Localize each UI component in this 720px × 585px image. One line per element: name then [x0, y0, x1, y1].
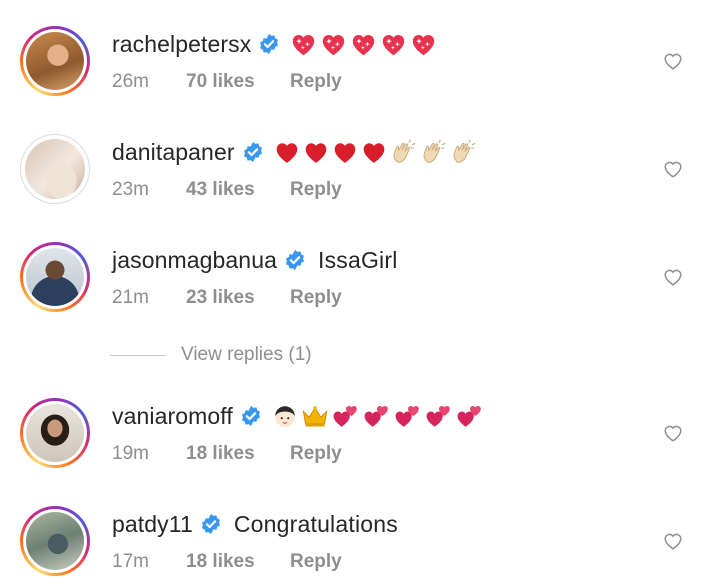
comment-time: 26m [112, 71, 149, 92]
username[interactable]: patdy11 [112, 511, 193, 538]
verified-badge-icon [286, 249, 304, 271]
sparkling-heart-icon [323, 34, 345, 56]
avatar[interactable] [20, 242, 90, 312]
comment-row: patdy11 Congratulations 17m 18 likes Rep… [0, 480, 720, 580]
avatar-photo [25, 139, 85, 199]
comment-row: jasonmagbanua IssaGirl 21m 23 likes Repl… [0, 216, 720, 316]
comment-time: 23m [112, 179, 149, 200]
clap-icon [453, 139, 475, 163]
avatar[interactable] [20, 398, 90, 468]
verified-badge-icon [243, 141, 262, 163]
clap-icon [423, 139, 445, 163]
reply-button[interactable]: Reply [290, 443, 342, 465]
avatar[interactable] [20, 26, 90, 96]
comment-emojis [290, 31, 437, 57]
likes-count[interactable]: 70 likes [186, 71, 290, 93]
avatar-photo [26, 404, 84, 462]
verified-badge-icon [201, 513, 220, 535]
likes-count[interactable]: 43 likes [186, 179, 290, 201]
avatar-photo [26, 512, 84, 570]
two-hearts-icon [333, 405, 357, 427]
reply-button[interactable]: Reply [290, 71, 342, 93]
comment-time: 17m [112, 551, 149, 572]
username[interactable]: danitapaner [112, 139, 235, 166]
red-heart-icon [363, 143, 384, 163]
comment-text: Congratulations [233, 510, 398, 537]
likes-count[interactable]: 23 likes [186, 287, 290, 309]
two-hearts-icon [457, 405, 481, 427]
sparkling-heart-icon [383, 34, 405, 56]
like-heart-icon[interactable] [662, 266, 684, 288]
like-heart-icon[interactable] [662, 50, 684, 72]
comment-row: rachelpetersx 26m 70 likes Reply [0, 0, 720, 100]
sparkling-heart-icon [353, 34, 375, 56]
username[interactable]: jasonmagbanua [112, 247, 277, 274]
comment-time: 21m [112, 287, 149, 308]
comment-emojis [274, 139, 477, 166]
likes-count[interactable]: 18 likes [186, 551, 290, 573]
two-hearts-icon [426, 405, 450, 427]
like-heart-icon[interactable] [662, 530, 684, 552]
likes-count[interactable]: 18 likes [186, 443, 290, 465]
like-heart-icon[interactable] [662, 422, 684, 444]
comment-emojis [272, 403, 484, 429]
view-replies-divider [110, 354, 166, 356]
username[interactable]: rachelpetersx [112, 31, 251, 58]
username[interactable]: vaniaromoff [112, 403, 233, 430]
view-replies-toggle[interactable]: View replies (1) [110, 342, 312, 368]
verified-badge-icon [241, 405, 260, 427]
reply-button[interactable]: Reply [290, 179, 342, 201]
clap-icon [393, 139, 415, 163]
comment-row: vaniaromoff 19m 18 likes Reply [0, 372, 720, 472]
comment-row: danitapaner 23m 43 likes Reply [0, 108, 720, 208]
reply-button[interactable]: Reply [290, 287, 342, 309]
two-hearts-icon [395, 405, 419, 427]
red-heart-icon [305, 143, 326, 163]
sparkling-heart-icon [293, 34, 315, 56]
avatar[interactable] [20, 134, 90, 204]
red-heart-icon [276, 143, 297, 163]
reply-button[interactable]: Reply [290, 551, 342, 573]
comment-time: 19m [112, 443, 149, 464]
verified-badge-icon [260, 33, 279, 55]
avatar-photo [26, 32, 84, 90]
like-heart-icon[interactable] [662, 158, 684, 180]
avatar-photo [26, 248, 84, 306]
avatar[interactable] [20, 506, 90, 576]
sparkling-heart-icon [413, 34, 435, 56]
comment-text: IssaGirl [317, 246, 398, 273]
two-hearts-icon [364, 405, 388, 427]
crown-icon [302, 406, 328, 427]
baby-face-icon [275, 406, 295, 427]
view-replies-label[interactable]: View replies (1) [181, 344, 312, 366]
red-heart-icon [334, 143, 355, 163]
